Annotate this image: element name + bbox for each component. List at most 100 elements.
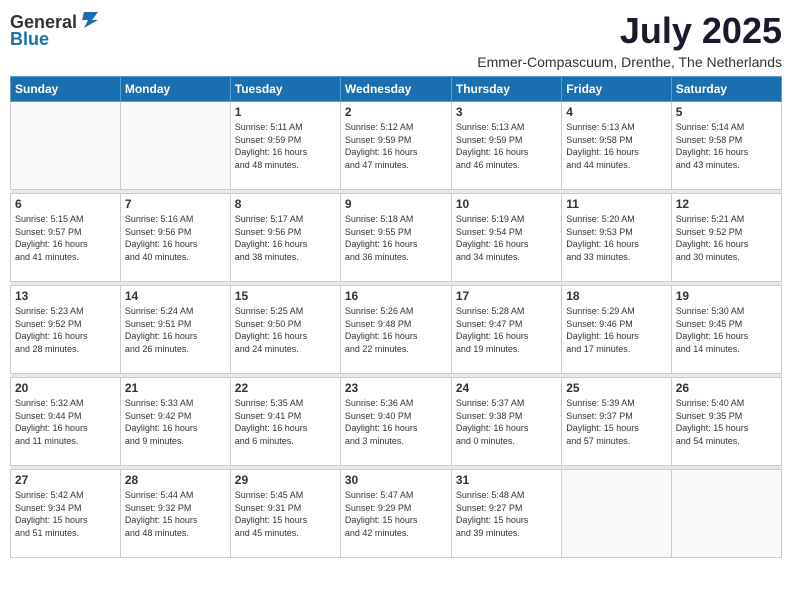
day-info: Sunrise: 5:13 AM Sunset: 9:59 PM Dayligh…: [456, 121, 557, 171]
day-info: Sunrise: 5:44 AM Sunset: 9:32 PM Dayligh…: [125, 489, 226, 539]
title-area: July 2025 Emmer-Compascuum, Drenthe, The…: [477, 10, 782, 70]
day-info: Sunrise: 5:14 AM Sunset: 9:58 PM Dayligh…: [676, 121, 777, 171]
day-number: 13: [15, 289, 116, 303]
calendar-day-cell: 14Sunrise: 5:24 AM Sunset: 9:51 PM Dayli…: [120, 286, 230, 374]
day-info: Sunrise: 5:18 AM Sunset: 9:55 PM Dayligh…: [345, 213, 447, 263]
calendar-day-cell: 15 Sunrise: 5:25 AM Sunset: 9:50 PM Dayli…: [230, 286, 340, 374]
day-number: 20: [15, 381, 116, 395]
calendar-day-cell: 1 Sunrise: 5:11 AM Sunset: 9:59 PM Daylig…: [230, 102, 340, 190]
calendar-day-cell: 26 Sunrise: 5:40 AM Sunset: 9:35 PM Dayli…: [671, 378, 781, 466]
day-number: 10: [456, 197, 557, 211]
day-info: Sunrise: 5:12 AM Sunset: 9:59 PM Dayligh…: [345, 121, 447, 171]
day-info: Sunrise: 5:35 AM Sunset: 9:41 PM Dayligh…: [235, 397, 336, 447]
calendar-day-cell: [120, 102, 230, 190]
day-number: 26: [676, 381, 777, 395]
header-sunday: Sunday: [11, 77, 121, 102]
header-thursday: Thursday: [451, 77, 561, 102]
calendar-day-cell: 17 Sunrise: 5:28 AM Sunset: 9:47 PM Dayli…: [451, 286, 561, 374]
calendar-day-cell: 6 Sunrise: 5:15 AM Sunset: 9:57 PM Daylig…: [11, 194, 121, 282]
day-info: Sunrise: 5:17 AM Sunset: 9:56 PM Dayligh…: [235, 213, 336, 263]
day-info: Sunrise: 5:30 AM Sunset: 9:45 PM Dayligh…: [676, 305, 777, 355]
day-info: Sunrise: 5:21 AM Sunset: 9:52 PM Dayligh…: [676, 213, 777, 263]
day-info: Sunrise: 5:24 AM Sunset: 9:51 PM Dayligh…: [125, 305, 226, 355]
day-info: Sunrise: 5:11 AM Sunset: 9:59 PM Dayligh…: [235, 121, 336, 171]
calendar-day-cell: 31Sunrise: 5:48 AM Sunset: 9:27 PM Dayli…: [451, 470, 561, 558]
calendar-day-cell: 4 Sunrise: 5:13 AM Sunset: 9:58 PM Daylig…: [562, 102, 671, 190]
day-number: 5: [676, 105, 777, 119]
day-number: 16: [345, 289, 447, 303]
day-number: 30: [345, 473, 447, 487]
day-number: 28: [125, 473, 226, 487]
day-info: Sunrise: 5:45 AM Sunset: 9:31 PM Dayligh…: [235, 489, 336, 539]
day-number: 3: [456, 105, 557, 119]
calendar-header-row: Sunday Monday Tuesday Wednesday Thursday…: [11, 77, 782, 102]
day-number: 31: [456, 473, 557, 487]
calendar-day-cell: 22 Sunrise: 5:35 AM Sunset: 9:41 PM Dayli…: [230, 378, 340, 466]
day-info: Sunrise: 5:40 AM Sunset: 9:35 PM Dayligh…: [676, 397, 777, 447]
calendar-day-cell: 10 Sunrise: 5:19 AM Sunset: 9:54 PM Dayli…: [451, 194, 561, 282]
header-saturday: Saturday: [671, 77, 781, 102]
day-info: Sunrise: 5:13 AM Sunset: 9:58 PM Dayligh…: [566, 121, 666, 171]
day-info: Sunrise: 5:25 AM Sunset: 9:50 PM Dayligh…: [235, 305, 336, 355]
page: { "logo": { "general": "General", "blue"…: [0, 0, 792, 612]
day-number: 11: [566, 197, 666, 211]
day-info: Sunrise: 5:37 AM Sunset: 9:38 PM Dayligh…: [456, 397, 557, 447]
calendar-day-cell: 3 Sunrise: 5:13 AM Sunset: 9:59 PM Daylig…: [451, 102, 561, 190]
calendar-day-cell: 8 Sunrise: 5:17 AM Sunset: 9:56 PM Daylig…: [230, 194, 340, 282]
calendar-day-cell: 29 Sunrise: 5:45 AM Sunset: 9:31 PM Dayli…: [230, 470, 340, 558]
header: General Blue July 2025 Emmer-Compascuum,…: [10, 10, 782, 70]
day-number: 24: [456, 381, 557, 395]
day-info: Sunrise: 5:28 AM Sunset: 9:47 PM Dayligh…: [456, 305, 557, 355]
calendar-day-cell: 24 Sunrise: 5:37 AM Sunset: 9:38 PM Dayli…: [451, 378, 561, 466]
calendar-day-cell: [671, 470, 781, 558]
day-number: 4: [566, 105, 666, 119]
day-info: Sunrise: 5:36 AM Sunset: 9:40 PM Dayligh…: [345, 397, 447, 447]
day-number: 29: [235, 473, 336, 487]
header-friday: Friday: [562, 77, 671, 102]
calendar-day-cell: [562, 470, 671, 558]
header-tuesday: Tuesday: [230, 77, 340, 102]
calendar-day-cell: 7Sunrise: 5:16 AM Sunset: 9:56 PM Daylig…: [120, 194, 230, 282]
calendar-day-cell: 12Sunrise: 5:21 AM Sunset: 9:52 PM Dayli…: [671, 194, 781, 282]
day-number: 23: [345, 381, 447, 395]
header-wednesday: Wednesday: [340, 77, 451, 102]
calendar-day-cell: 21Sunrise: 5:33 AM Sunset: 9:42 PM Dayli…: [120, 378, 230, 466]
day-info: Sunrise: 5:29 AM Sunset: 9:46 PM Dayligh…: [566, 305, 666, 355]
calendar-day-cell: 5 Sunrise: 5:14 AM Sunset: 9:58 PM Daylig…: [671, 102, 781, 190]
day-info: Sunrise: 5:15 AM Sunset: 9:57 PM Dayligh…: [15, 213, 116, 263]
calendar-week-row: 27 Sunrise: 5:42 AM Sunset: 9:34 PM Dayli…: [11, 470, 782, 558]
day-number: 19: [676, 289, 777, 303]
day-info: Sunrise: 5:32 AM Sunset: 9:44 PM Dayligh…: [15, 397, 116, 447]
calendar-day-cell: 25Sunrise: 5:39 AM Sunset: 9:37 PM Dayli…: [562, 378, 671, 466]
month-title: July 2025: [477, 10, 782, 52]
day-number: 22: [235, 381, 336, 395]
day-info: Sunrise: 5:42 AM Sunset: 9:34 PM Dayligh…: [15, 489, 116, 539]
header-monday: Monday: [120, 77, 230, 102]
day-number: 25: [566, 381, 666, 395]
calendar-day-cell: [11, 102, 121, 190]
calendar-day-cell: 2Sunrise: 5:12 AM Sunset: 9:59 PM Daylig…: [340, 102, 451, 190]
calendar-day-cell: 13 Sunrise: 5:23 AM Sunset: 9:52 PM Dayli…: [11, 286, 121, 374]
day-number: 27: [15, 473, 116, 487]
calendar-day-cell: 28 Sunrise: 5:44 AM Sunset: 9:32 PM Dayli…: [120, 470, 230, 558]
calendar-day-cell: 9 Sunrise: 5:18 AM Sunset: 9:55 PM Daylig…: [340, 194, 451, 282]
logo-blue-text: Blue: [10, 29, 49, 50]
calendar-week-row: 20 Sunrise: 5:32 AM Sunset: 9:44 PM Dayli…: [11, 378, 782, 466]
day-number: 15: [235, 289, 336, 303]
calendar-day-cell: 18 Sunrise: 5:29 AM Sunset: 9:46 PM Dayli…: [562, 286, 671, 374]
day-info: Sunrise: 5:47 AM Sunset: 9:29 PM Dayligh…: [345, 489, 447, 539]
logo: General Blue: [10, 10, 101, 50]
day-number: 9: [345, 197, 447, 211]
calendar-day-cell: 20 Sunrise: 5:32 AM Sunset: 9:44 PM Dayli…: [11, 378, 121, 466]
day-info: Sunrise: 5:19 AM Sunset: 9:54 PM Dayligh…: [456, 213, 557, 263]
day-number: 1: [235, 105, 336, 119]
day-info: Sunrise: 5:23 AM Sunset: 9:52 PM Dayligh…: [15, 305, 116, 355]
day-number: 17: [456, 289, 557, 303]
day-number: 8: [235, 197, 336, 211]
day-number: 18: [566, 289, 666, 303]
calendar-week-row: 13 Sunrise: 5:23 AM Sunset: 9:52 PM Dayli…: [11, 286, 782, 374]
calendar-day-cell: 30 Sunrise: 5:47 AM Sunset: 9:29 PM Dayli…: [340, 470, 451, 558]
day-number: 6: [15, 197, 116, 211]
calendar-day-cell: 11Sunrise: 5:20 AM Sunset: 9:53 PM Dayli…: [562, 194, 671, 282]
day-info: Sunrise: 5:26 AM Sunset: 9:48 PM Dayligh…: [345, 305, 447, 355]
